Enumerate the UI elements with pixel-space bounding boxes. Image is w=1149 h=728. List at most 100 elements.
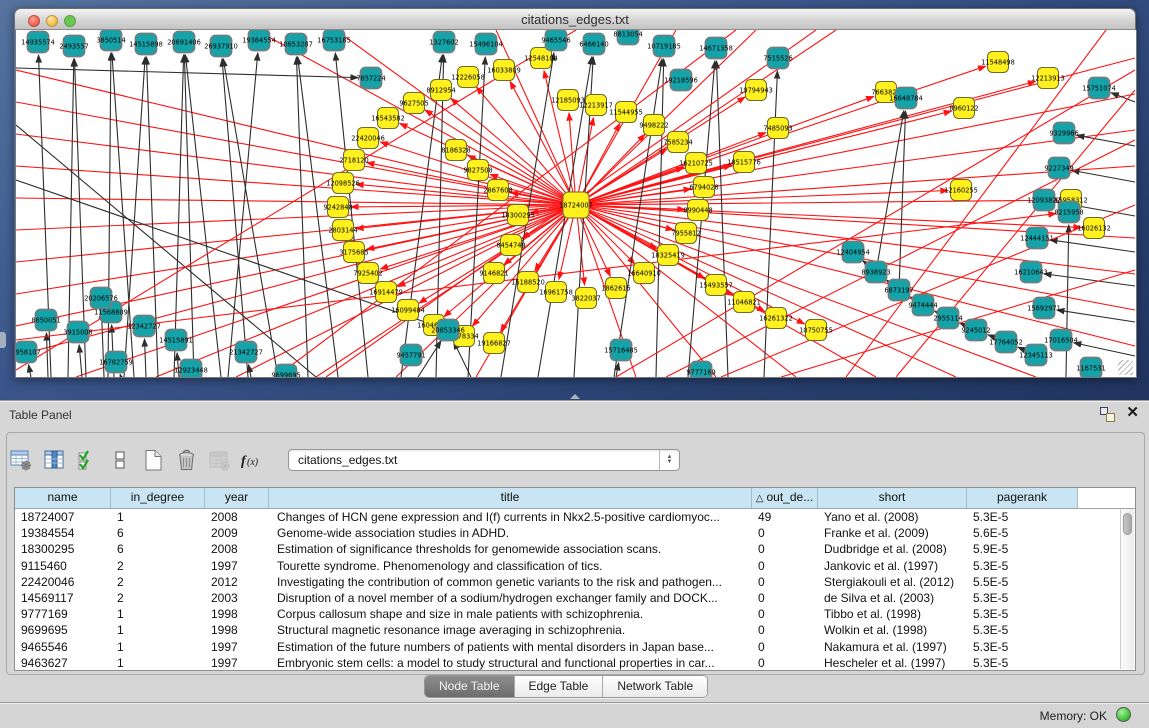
column-visibility-button[interactable] (41, 447, 67, 473)
table-cell: Disruption of a novel member of a sodium… (269, 590, 752, 606)
column-header-name[interactable]: name (15, 488, 111, 508)
graph-edge (616, 363, 619, 377)
graph-node-label: 8850051 (31, 316, 60, 324)
graph-node-label: 2493557 (59, 42, 88, 50)
graph-node-label: 15496104 (469, 40, 503, 48)
dropdown-stepper-icon: ▲▼ (659, 450, 679, 470)
create-column-button[interactable] (140, 447, 166, 473)
graph-node-label: 16782759 (99, 358, 133, 366)
close-panel-icon[interactable]: ✕ (1126, 404, 1139, 422)
graph-node-label: 9227349 (1044, 164, 1073, 172)
table-cell: Structural magnetic resonance image aver… (269, 622, 752, 638)
table-row[interactable]: 1830029562008Estimation of significance … (15, 541, 1135, 557)
tab-node-table[interactable]: Node Table (425, 676, 514, 697)
graph-edge (367, 205, 576, 249)
graph-node-label: 16914479 (369, 288, 403, 296)
column-header-title[interactable]: title (269, 488, 752, 508)
graph-node-label: 7857224 (356, 74, 385, 82)
table-cell: 0 (752, 606, 818, 622)
float-panel-icon[interactable] (1100, 407, 1115, 422)
graph-node-label: 18325419 (651, 251, 685, 259)
graph-edge (656, 59, 664, 377)
delete-column-button[interactable] (173, 447, 199, 473)
table-row[interactable]: 969969511998Structural magnetic resonanc… (15, 622, 1135, 638)
graph-node-label: 14935574 (21, 38, 55, 46)
table-cell: 1998 (205, 622, 269, 638)
graph-edge (145, 339, 146, 377)
column-header-pagerank[interactable]: pagerank (967, 488, 1078, 508)
column-header-out_de[interactable]: △out_de... (752, 488, 818, 508)
graph-edge (1072, 170, 1135, 182)
graph-node-label: 8960122 (949, 104, 978, 112)
network-select-dropdown[interactable]: citations_edges.txt ▲▼ (288, 449, 680, 471)
hidden-panel-grip[interactable] (0, 332, 6, 348)
graph-node-label: 20853346 (431, 326, 465, 334)
graph-node-label: 20691406 (167, 38, 201, 46)
graph-node-label: 9146821 (479, 269, 508, 277)
window-title-bar[interactable]: citations_edges.txt (14, 8, 1136, 30)
table-row[interactable]: 911546021997Tourette syndrome. Phenomeno… (15, 558, 1135, 574)
function-builder-button[interactable]: f(x) (239, 447, 265, 473)
tab-network-table[interactable]: Network Table (602, 676, 707, 697)
graph-edge (46, 333, 48, 377)
graph-node-label: 8938923 (861, 268, 890, 276)
tab-edge-table[interactable]: Edge Table (514, 676, 603, 697)
table-cell: Estimation of significance thresholds fo… (269, 541, 752, 557)
table-cell: 5.9E-5 (967, 541, 1078, 557)
table-cell: Jankovic et al. (1997) (818, 558, 967, 574)
table-row[interactable]: 946554611997Estimation of the future num… (15, 639, 1135, 655)
table-row[interactable]: 2242004622012Investigating the contribut… (15, 574, 1135, 590)
graph-edge (764, 71, 777, 377)
table-row[interactable]: 1938455462009Genome-wide association stu… (15, 525, 1135, 541)
graph-node-label: 9498222 (639, 121, 668, 129)
network-canvas[interactable]: 1872400712548104160338091222605889129549… (15, 30, 1137, 378)
table-cell: Investigating the contribution of common… (269, 574, 752, 590)
memory-status-label: Memory: OK (1040, 709, 1107, 723)
table-row[interactable]: 1456911722003Disruption of a novel membe… (15, 590, 1135, 606)
graph-node-label: 7515526 (763, 54, 792, 62)
table-cell: 2003 (205, 590, 269, 606)
graph-node-label: 22420046 (351, 134, 385, 142)
panel-splitter-handle[interactable] (570, 394, 580, 399)
column-header-in_degree[interactable]: in_degree (111, 488, 205, 508)
graph-node-label: 15751074 (1082, 84, 1116, 92)
graph-node-label: 18515776 (727, 158, 761, 166)
graph-node-label: 7485093 (763, 124, 792, 132)
memory-status-indicator[interactable] (1116, 707, 1131, 722)
graph-node-label: 9245012 (961, 326, 990, 334)
table-cell: 2008 (205, 509, 269, 525)
table-vertical-scrollbar[interactable] (1120, 509, 1134, 669)
table-cell: Nakamura et al. (1997) (818, 639, 967, 655)
table-row[interactable]: 977716911998Corpus callosum shape and si… (15, 606, 1135, 622)
graph-edge (1066, 225, 1069, 377)
table-cell: Tourette syndrome. Phenomenology and cla… (269, 558, 752, 574)
select-all-button[interactable] (74, 447, 100, 473)
column-header-short[interactable]: short (818, 488, 967, 508)
graph-edge (222, 59, 248, 377)
table-cell: 0 (752, 590, 818, 606)
graph-node-label: 10653287 (279, 40, 313, 48)
table-cell: 6 (111, 525, 205, 541)
svg-text:(x): (x) (247, 457, 259, 468)
graph-node-label: 3850514 (96, 36, 125, 44)
graph-edge (1074, 343, 1135, 356)
scrollbar-thumb[interactable] (1123, 513, 1132, 535)
table-options-button[interactable] (8, 447, 34, 473)
table-cell: 1 (111, 639, 205, 655)
graph-node-label: 11568809 (94, 308, 128, 316)
table-row[interactable]: 946362711997Embryonic stem cells: a mode… (15, 655, 1135, 671)
column-header-year[interactable]: year (205, 488, 269, 508)
graph-node-label: 7585234 (663, 138, 692, 146)
network-select-value: citations_edges.txt (298, 453, 397, 467)
row-toggle-button[interactable] (107, 447, 133, 473)
table-cell: 9465546 (15, 639, 111, 655)
table-panel-title: Table Panel (9, 408, 72, 422)
graph-node-label: 8912954 (426, 86, 455, 94)
graph-node-label: 9627505 (399, 99, 428, 107)
table-cell: 0 (752, 574, 818, 590)
citation-graph[interactable]: 1872400712548104160338091222605889129549… (16, 30, 1136, 377)
window-resize-grip[interactable] (1118, 360, 1133, 375)
table-row[interactable]: 1872400712008Changes of HCN gene express… (15, 509, 1135, 525)
table-cell: Stergiakouli et al. (2012) (818, 574, 967, 590)
graph-node-label: 16210643 (1014, 268, 1048, 276)
